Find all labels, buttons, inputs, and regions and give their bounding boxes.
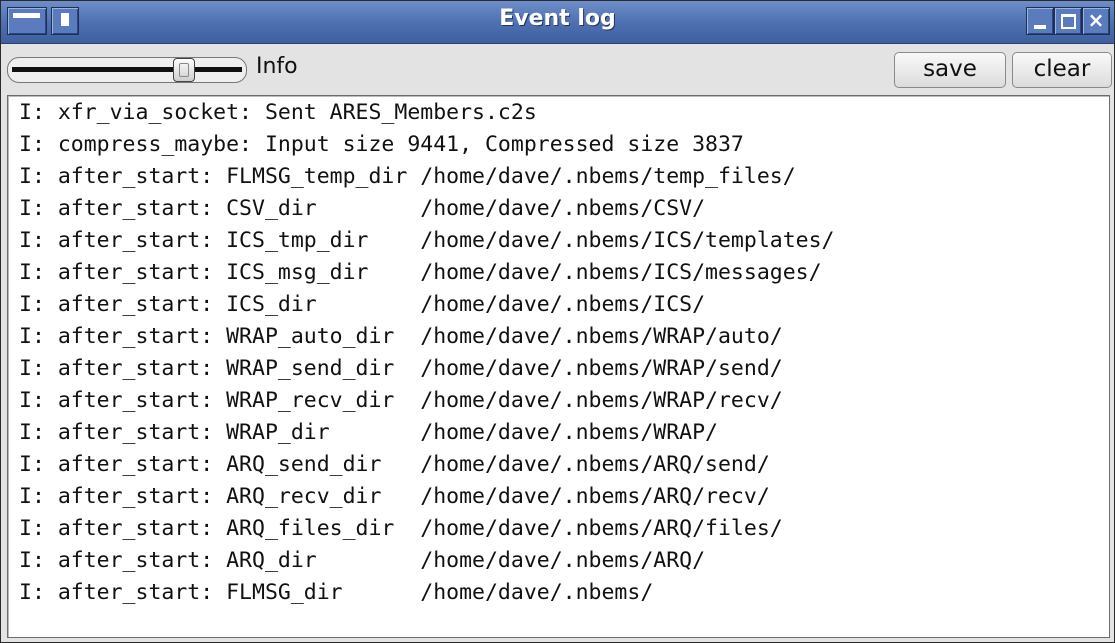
- log-line: I: compress_maybe: Input size 9441, Comp…: [19, 132, 744, 157]
- minimize-icon: [1034, 25, 1046, 29]
- toolbar: Info save clear: [1, 44, 1114, 94]
- debug-level-slider[interactable]: [7, 57, 247, 83]
- log-line: I: after_start: WRAP_dir /home/dave/.nbe…: [19, 420, 718, 445]
- slider-track: [12, 67, 242, 72]
- log-line: I: after_start: ICS_tmp_dir /home/dave/.…: [19, 228, 835, 253]
- log-line: I: after_start: WRAP_send_dir /home/dave…: [19, 356, 783, 381]
- maximize-button[interactable]: [1054, 7, 1082, 35]
- log-text-area[interactable]: I: xfr_via_socket: Sent ARES_Members.c2s…: [7, 95, 1110, 638]
- log-line: I: after_start: FLMSG_temp_dir /home/dav…: [19, 164, 796, 189]
- log-line: I: after_start: ARQ_recv_dir /home/dave/…: [19, 484, 770, 509]
- save-button[interactable]: save: [894, 52, 1006, 88]
- log-line: I: xfr_via_socket: Sent ARES_Members.c2s: [19, 100, 537, 125]
- log-line: I: after_start: FLMSG_dir /home/dave/.nb…: [19, 580, 654, 605]
- log-line: I: after_start: ICS_dir /home/dave/.nbem…: [19, 292, 706, 317]
- window-title: Event log: [499, 6, 616, 31]
- title-bar[interactable]: Event log ×: [1, 1, 1114, 44]
- debug-level-label: Info: [256, 54, 298, 79]
- close-icon: ×: [1087, 8, 1105, 32]
- log-line: I: after_start: ICS_msg_dir /home/dave/.…: [19, 260, 822, 285]
- event-log-window: Event log × Info save clear I: xfr_via_s…: [0, 0, 1115, 643]
- maximize-icon: [1061, 14, 1076, 29]
- clear-button[interactable]: clear: [1012, 52, 1112, 88]
- minimize-button[interactable]: [1026, 7, 1054, 35]
- log-line: I: after_start: WRAP_auto_dir /home/dave…: [19, 324, 783, 349]
- log-line: I: after_start: WRAP_recv_dir /home/dave…: [19, 388, 783, 413]
- log-line: I: after_start: CSV_dir /home/dave/.nbem…: [19, 196, 706, 221]
- close-button[interactable]: ×: [1082, 7, 1110, 35]
- log-line: I: after_start: ARQ_files_dir /home/dave…: [19, 516, 783, 541]
- log-line: I: after_start: ARQ_dir /home/dave/.nbem…: [19, 548, 706, 573]
- slider-thumb[interactable]: [173, 58, 195, 82]
- log-line: I: after_start: ARQ_send_dir /home/dave/…: [19, 452, 770, 477]
